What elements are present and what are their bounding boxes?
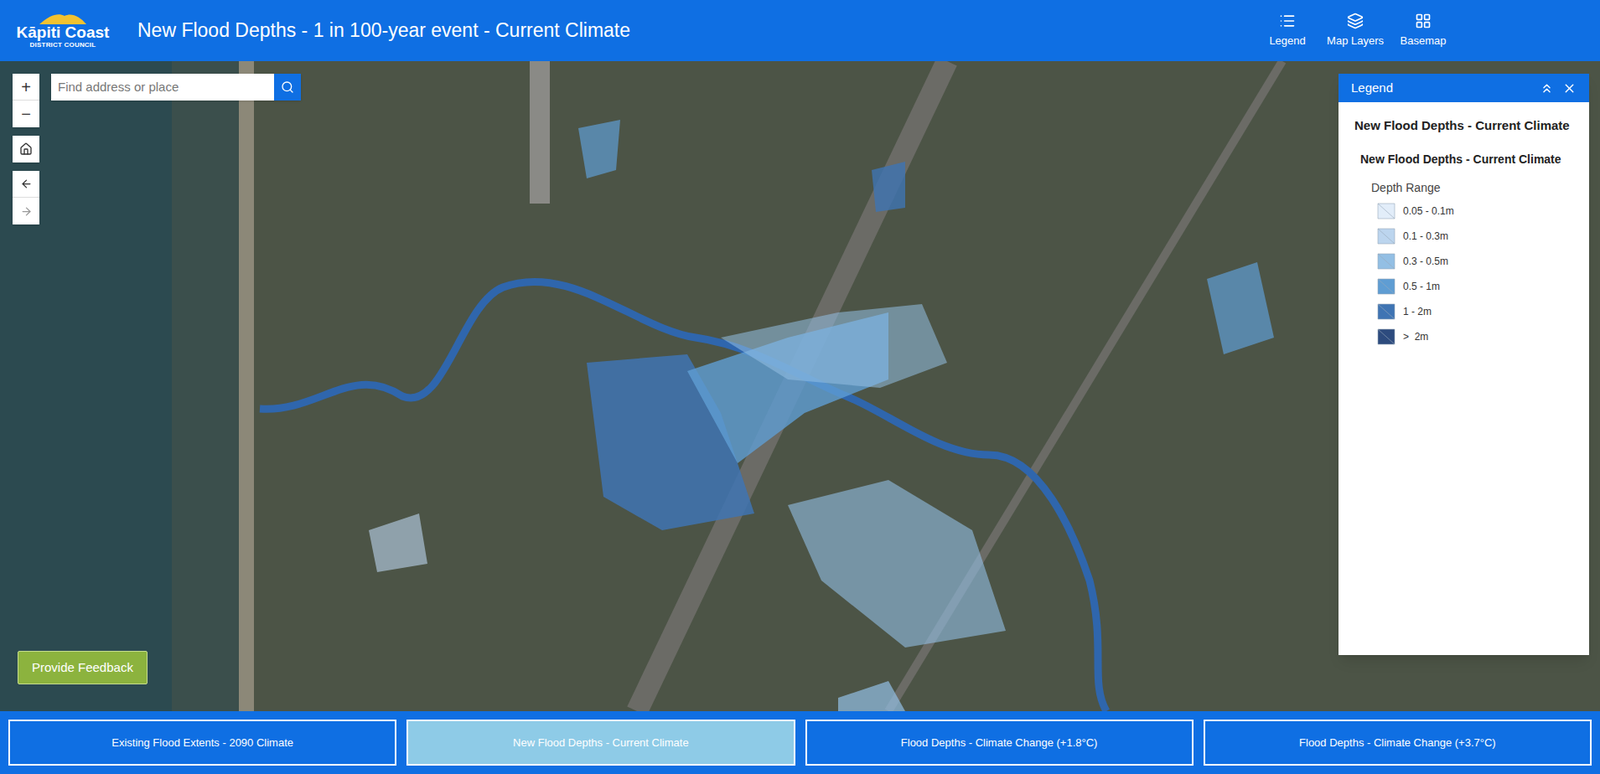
swatch-icon — [1377, 227, 1396, 245]
legend-panel: Legend New Flood Depths - Current Climate… — [1338, 73, 1590, 656]
app: Kāpiti CoastDISTRICT COUNCIL New Flood De… — [0, 0, 1600, 774]
home-icon — [19, 142, 33, 156]
back-button[interactable] — [12, 170, 40, 198]
legend-layer: New Flood Depths - Current Climate — [1354, 117, 1574, 135]
zoom-controls: +− — [12, 73, 40, 128]
legend-items: 0.05 - 0.1m 0.1 - 0.3m 0.3 - 0.5m 0.5 - 1m 1… — [1377, 201, 1574, 346]
legend-title: Legend — [1351, 78, 1540, 99]
tab[interactable]: Flood Depths - Climate Change (+1.8°C) — [805, 719, 1194, 767]
search-input[interactable] — [51, 73, 275, 101]
grid-icon — [1414, 12, 1432, 30]
tab-bar: Existing Flood Extents - 2090 ClimateNew… — [0, 711, 1600, 774]
swatch-icon — [1377, 252, 1396, 270]
logo-name: Kāpiti Coast — [16, 24, 110, 42]
tab[interactable]: Existing Flood Extents - 2090 Climate — [8, 719, 397, 767]
arrow-left-icon — [20, 177, 33, 191]
close-icon[interactable] — [1562, 81, 1577, 96]
zoom-in-button[interactable]: + — [12, 73, 40, 101]
toolbar-button[interactable]: Basemap — [1393, 12, 1453, 50]
feedback-button[interactable]: Provide Feedback — [17, 651, 148, 686]
legend-item: > 2m — [1377, 327, 1574, 346]
toolbar: LegendMap LayersBasemap — [1258, 12, 1453, 50]
map[interactable]: +− Provide Feedback Legend New Flood Depths… — [0, 61, 1600, 712]
layers-icon — [1346, 12, 1364, 30]
mountain-icon — [37, 12, 89, 25]
tab[interactable]: New Flood Depths - Current Climate — [406, 719, 795, 767]
header: Kāpiti CoastDISTRICT COUNCIL New Flood De… — [0, 0, 1600, 62]
search-bar — [51, 73, 301, 101]
logo-subtitle: DISTRICT COUNCIL — [30, 41, 97, 50]
legend-item: 0.5 - 1m — [1377, 277, 1574, 296]
search-button[interactable] — [274, 73, 301, 101]
swatch-icon — [1377, 302, 1396, 321]
legend-sublayer: New Flood Depths - Current Climate — [1360, 150, 1574, 168]
forward-button[interactable] — [12, 197, 40, 225]
home-button[interactable] — [12, 135, 40, 163]
list-icon — [1278, 12, 1296, 30]
swatch-icon — [1377, 201, 1396, 220]
swatch-icon — [1377, 277, 1396, 296]
legend-header: Legend — [1338, 73, 1590, 103]
legend-item: 1 - 2m — [1377, 302, 1574, 321]
legend-item: 0.05 - 0.1m — [1377, 201, 1574, 220]
swatch-icon — [1377, 327, 1396, 346]
history-controls — [12, 170, 40, 225]
legend-item: 0.3 - 0.5m — [1377, 252, 1574, 270]
collapse-icon[interactable] — [1539, 81, 1554, 96]
logo[interactable]: Kāpiti CoastDISTRICT COUNCIL — [13, 12, 113, 50]
arrow-right-icon — [20, 205, 33, 218]
legend-item: 0.1 - 0.3m — [1377, 227, 1574, 245]
search-icon — [280, 80, 295, 94]
zoom-out-button[interactable]: − — [12, 100, 40, 128]
toolbar-button[interactable]: Legend — [1258, 12, 1317, 50]
app-title: New Flood Depths - 1 in 100-year event -… — [137, 15, 631, 46]
legend-heading: Depth Range — [1371, 179, 1574, 197]
tab[interactable]: Flood Depths - Climate Change (+3.7°C) — [1203, 719, 1592, 767]
toolbar-button[interactable]: Map Layers — [1321, 12, 1389, 50]
